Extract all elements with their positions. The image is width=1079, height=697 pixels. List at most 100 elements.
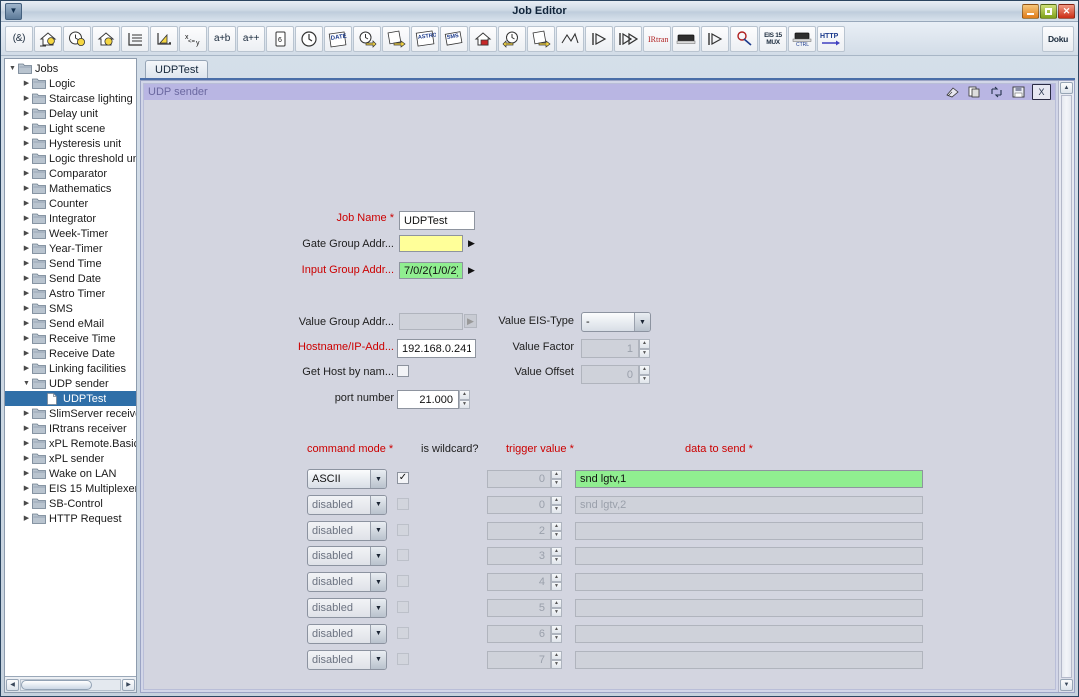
trigger-increment[interactable]: ▲ [551, 650, 562, 660]
trigger-value-stepper-3[interactable]: ▲ ▼ [551, 521, 562, 540]
jobs-tree[interactable]: ▼Jobs▶Logic▶Staircase lighting fun▶Delay… [5, 59, 136, 676]
scroll-thumb[interactable] [21, 679, 93, 690]
tree-node-udptest[interactable]: UDPTest [5, 391, 136, 406]
tree-node-year-timer[interactable]: ▶ Year-Timer [5, 241, 136, 256]
chevron-right-icon[interactable]: ▶ [21, 121, 32, 136]
port-decrement[interactable]: ▼ [459, 399, 470, 409]
scroll-down-button[interactable]: ▼ [1060, 679, 1073, 691]
chevron-right-icon[interactable]: ▶ [21, 76, 32, 91]
tree-node-slimserver-receiver[interactable]: ▶ SlimServer receiver [5, 406, 136, 421]
chevron-right-icon[interactable]: ▶ [21, 256, 32, 271]
chevron-right-icon[interactable]: ▶ [21, 511, 32, 526]
chevron-right-icon[interactable]: ▶ [21, 271, 32, 286]
scroll-left-button[interactable]: ◀ [6, 678, 19, 691]
tree-node-http-request[interactable]: ▶ HTTP Request [5, 511, 136, 526]
chevron-right-icon[interactable]: ▶ [21, 91, 32, 106]
trigger-increment[interactable]: ▲ [551, 624, 562, 634]
close-button[interactable]: ✕ [1058, 3, 1075, 19]
data-to-send-input-4[interactable] [575, 547, 923, 566]
send-date-button[interactable] [382, 25, 410, 52]
trigger-value-input-4[interactable] [487, 547, 551, 566]
tree-node-astro-timer[interactable]: ▶ Astro Timer [5, 286, 136, 301]
refresh-icon[interactable] [988, 85, 1005, 99]
year-timer-button[interactable]: DATE [324, 25, 352, 52]
minimize-button[interactable] [1022, 3, 1039, 19]
chevron-right-icon[interactable]: ▶ [21, 196, 32, 211]
data-to-send-input-5[interactable] [575, 573, 923, 592]
irtrans-receiver-button[interactable]: IRtrans [643, 25, 671, 52]
chevron-right-icon[interactable]: ▶ [21, 106, 32, 121]
http-request-button[interactable]: HTTP [817, 25, 845, 52]
data-to-send-input-3[interactable] [575, 521, 923, 540]
week-timer-button[interactable] [295, 25, 323, 52]
tree-node-comparator[interactable]: ▶ Comparator [5, 166, 136, 181]
command-mode-select-4[interactable]: disabled ▼ [307, 546, 387, 567]
tree-node-xpl-sender[interactable]: ▶ xPL sender [5, 451, 136, 466]
tree-node-logic-threshold-unit[interactable]: ▶ Logic threshold unit [5, 151, 136, 166]
tree-node-sb-control[interactable]: ▶ SB-Control [5, 496, 136, 511]
chevron-right-icon[interactable]: ▶ [21, 226, 32, 241]
trigger-value-stepper-1[interactable]: ▲ ▼ [551, 470, 562, 488]
close-panel-icon[interactable]: X [1032, 84, 1051, 100]
is-wildcard-checkbox-2[interactable] [397, 497, 409, 510]
chevron-right-icon[interactable]: ▶ [21, 181, 32, 196]
copy-icon[interactable] [966, 85, 983, 99]
tree-node-linking-facilities[interactable]: ▶ Linking facilities [5, 361, 136, 376]
trigger-value-input-2[interactable] [487, 495, 551, 514]
command-mode-select-3[interactable]: disabled ▼ [307, 520, 387, 541]
xpl-remote-button[interactable] [672, 25, 700, 52]
trigger-increment[interactable]: ▲ [551, 547, 562, 557]
trigger-value-stepper-8[interactable]: ▲ ▼ [551, 650, 562, 669]
gate-group-addr-picker-button[interactable]: ▶ [465, 236, 478, 250]
chevron-right-icon[interactable]: ▶ [21, 211, 32, 226]
chevron-down-icon[interactable]: ▼ [7, 61, 18, 76]
linking-facilities-button[interactable] [556, 25, 584, 52]
mathematics-button[interactable]: a+b [208, 25, 236, 52]
tree-node-integrator[interactable]: ▶ Integrator [5, 211, 136, 226]
slimserver-receiver-button[interactable] [614, 25, 642, 52]
editor-vertical-scrollbar[interactable]: ▲ ▼ [1058, 81, 1074, 692]
xpl-sender-button[interactable] [701, 25, 729, 52]
trigger-value-input-7[interactable] [487, 624, 551, 643]
chevron-right-icon[interactable]: ▶ [21, 316, 32, 331]
trigger-decrement[interactable]: ▼ [551, 530, 562, 540]
receive-time-button[interactable] [498, 25, 526, 52]
data-to-send-input-1[interactable] [575, 470, 923, 488]
logic-threshold-button[interactable] [150, 25, 178, 52]
input-group-addr-input[interactable] [399, 262, 463, 279]
tree-node-xpl-remote-basic-re[interactable]: ▶ xPL Remote.Basic re [5, 436, 136, 451]
send-time-button[interactable] [353, 25, 381, 52]
trigger-value-input-5[interactable] [487, 573, 551, 592]
data-to-send-input-7[interactable] [575, 624, 923, 643]
trigger-decrement[interactable]: ▼ [551, 556, 562, 566]
tree-node-sms[interactable]: ▶ SMS [5, 301, 136, 316]
trigger-value-stepper-2[interactable]: ▲ ▼ [551, 495, 562, 514]
chevron-right-icon[interactable]: ▶ [21, 421, 32, 436]
chevron-right-icon[interactable]: ▶ [21, 451, 32, 466]
scroll-up-button[interactable]: ▲ [1060, 82, 1073, 94]
sb-control-button[interactable]: CTRL [788, 25, 816, 52]
scroll-track[interactable] [20, 678, 121, 691]
save-icon[interactable] [1010, 85, 1027, 99]
tree-node-counter[interactable]: ▶ Counter [5, 196, 136, 211]
data-to-send-input-8[interactable] [575, 650, 923, 669]
tree-node-week-timer[interactable]: ▶ Week-Timer [5, 226, 136, 241]
trigger-decrement[interactable]: ▼ [551, 608, 562, 617]
chevron-right-icon[interactable]: ▶ [21, 331, 32, 346]
delay-unit-button[interactable] [63, 25, 91, 52]
port-number-input[interactable] [397, 390, 459, 409]
trigger-value-stepper-4[interactable]: ▲ ▼ [551, 547, 562, 566]
wake-on-lan-button[interactable] [730, 25, 758, 52]
trigger-increment[interactable]: ▲ [551, 495, 562, 505]
chevron-down-icon[interactable]: ▼ [21, 376, 32, 391]
chevron-right-icon[interactable]: ▶ [21, 241, 32, 256]
udp-sender-button[interactable] [585, 25, 613, 52]
scroll-right-button[interactable]: ▶ [122, 678, 135, 691]
tree-node-irtrans-receiver[interactable]: ▶ IRtrans receiver [5, 421, 136, 436]
command-mode-select-5[interactable]: disabled ▼ [307, 572, 387, 593]
chevron-right-icon[interactable]: ▶ [21, 166, 32, 181]
tree-node-send-time[interactable]: ▶ Send Time [5, 256, 136, 271]
tree-node-light-scene[interactable]: ▶ Light scene [5, 121, 136, 136]
tree-node-receive-time[interactable]: ▶ Receive Time [5, 331, 136, 346]
chevron-right-icon[interactable]: ▶ [21, 301, 32, 316]
